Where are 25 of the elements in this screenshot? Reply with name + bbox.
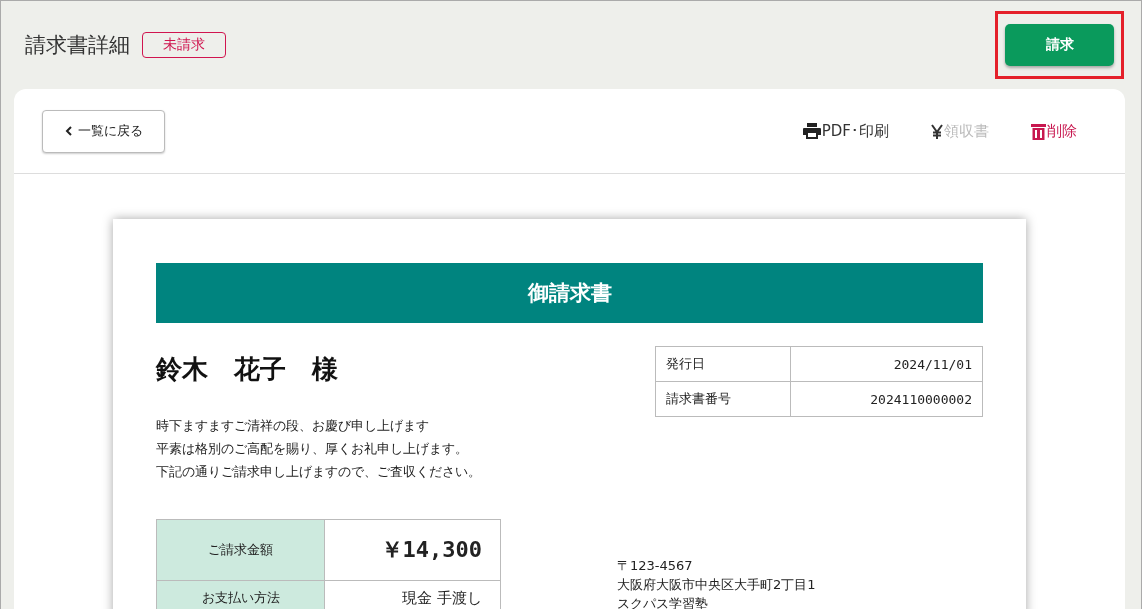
printer-icon [802,123,821,139]
chevron-left-icon [64,126,72,136]
back-button[interactable]: 一覧に戻る [42,109,165,153]
invoice-button[interactable]: 請求 [1005,24,1114,66]
summary-value: ￥14,300 [324,519,501,581]
page-title: 請求書詳細 [25,32,130,59]
summary-label: お支払い方法 [156,580,325,609]
greeting-line: 平素は格別のご高配を賜り、厚くお礼申し上げます。 [156,440,469,458]
delete-action[interactable]: 削除 [1031,121,1077,141]
issuer-line: 大阪府大阪市中央区大手町2丁目1 [617,576,816,594]
info-label: 発行日 [655,346,791,382]
print-action[interactable]: PDF･印刷 [802,121,889,141]
yen-icon [931,123,943,139]
trash-icon [1031,122,1046,140]
status-badge: 未請求 [142,32,226,58]
summary-label: ご請求金額 [156,519,325,581]
info-value: 2024/11/01 [790,346,983,382]
greeting-line: 時下ますますご清祥の段、お慶び申し上げます [156,417,430,435]
issuer-line: スクパス学習塾 [617,595,709,609]
info-label: 請求書番号 [655,381,791,417]
issuer-line: 〒123-4567 [617,557,694,575]
info-value: 2024110000002 [790,381,983,417]
recipient-name: 鈴木 花子 様 [156,353,339,386]
greeting-line: 下記の通りご請求申し上げますので、ご査収ください。 [156,463,481,481]
invoice-banner: 御請求書 [156,263,983,323]
